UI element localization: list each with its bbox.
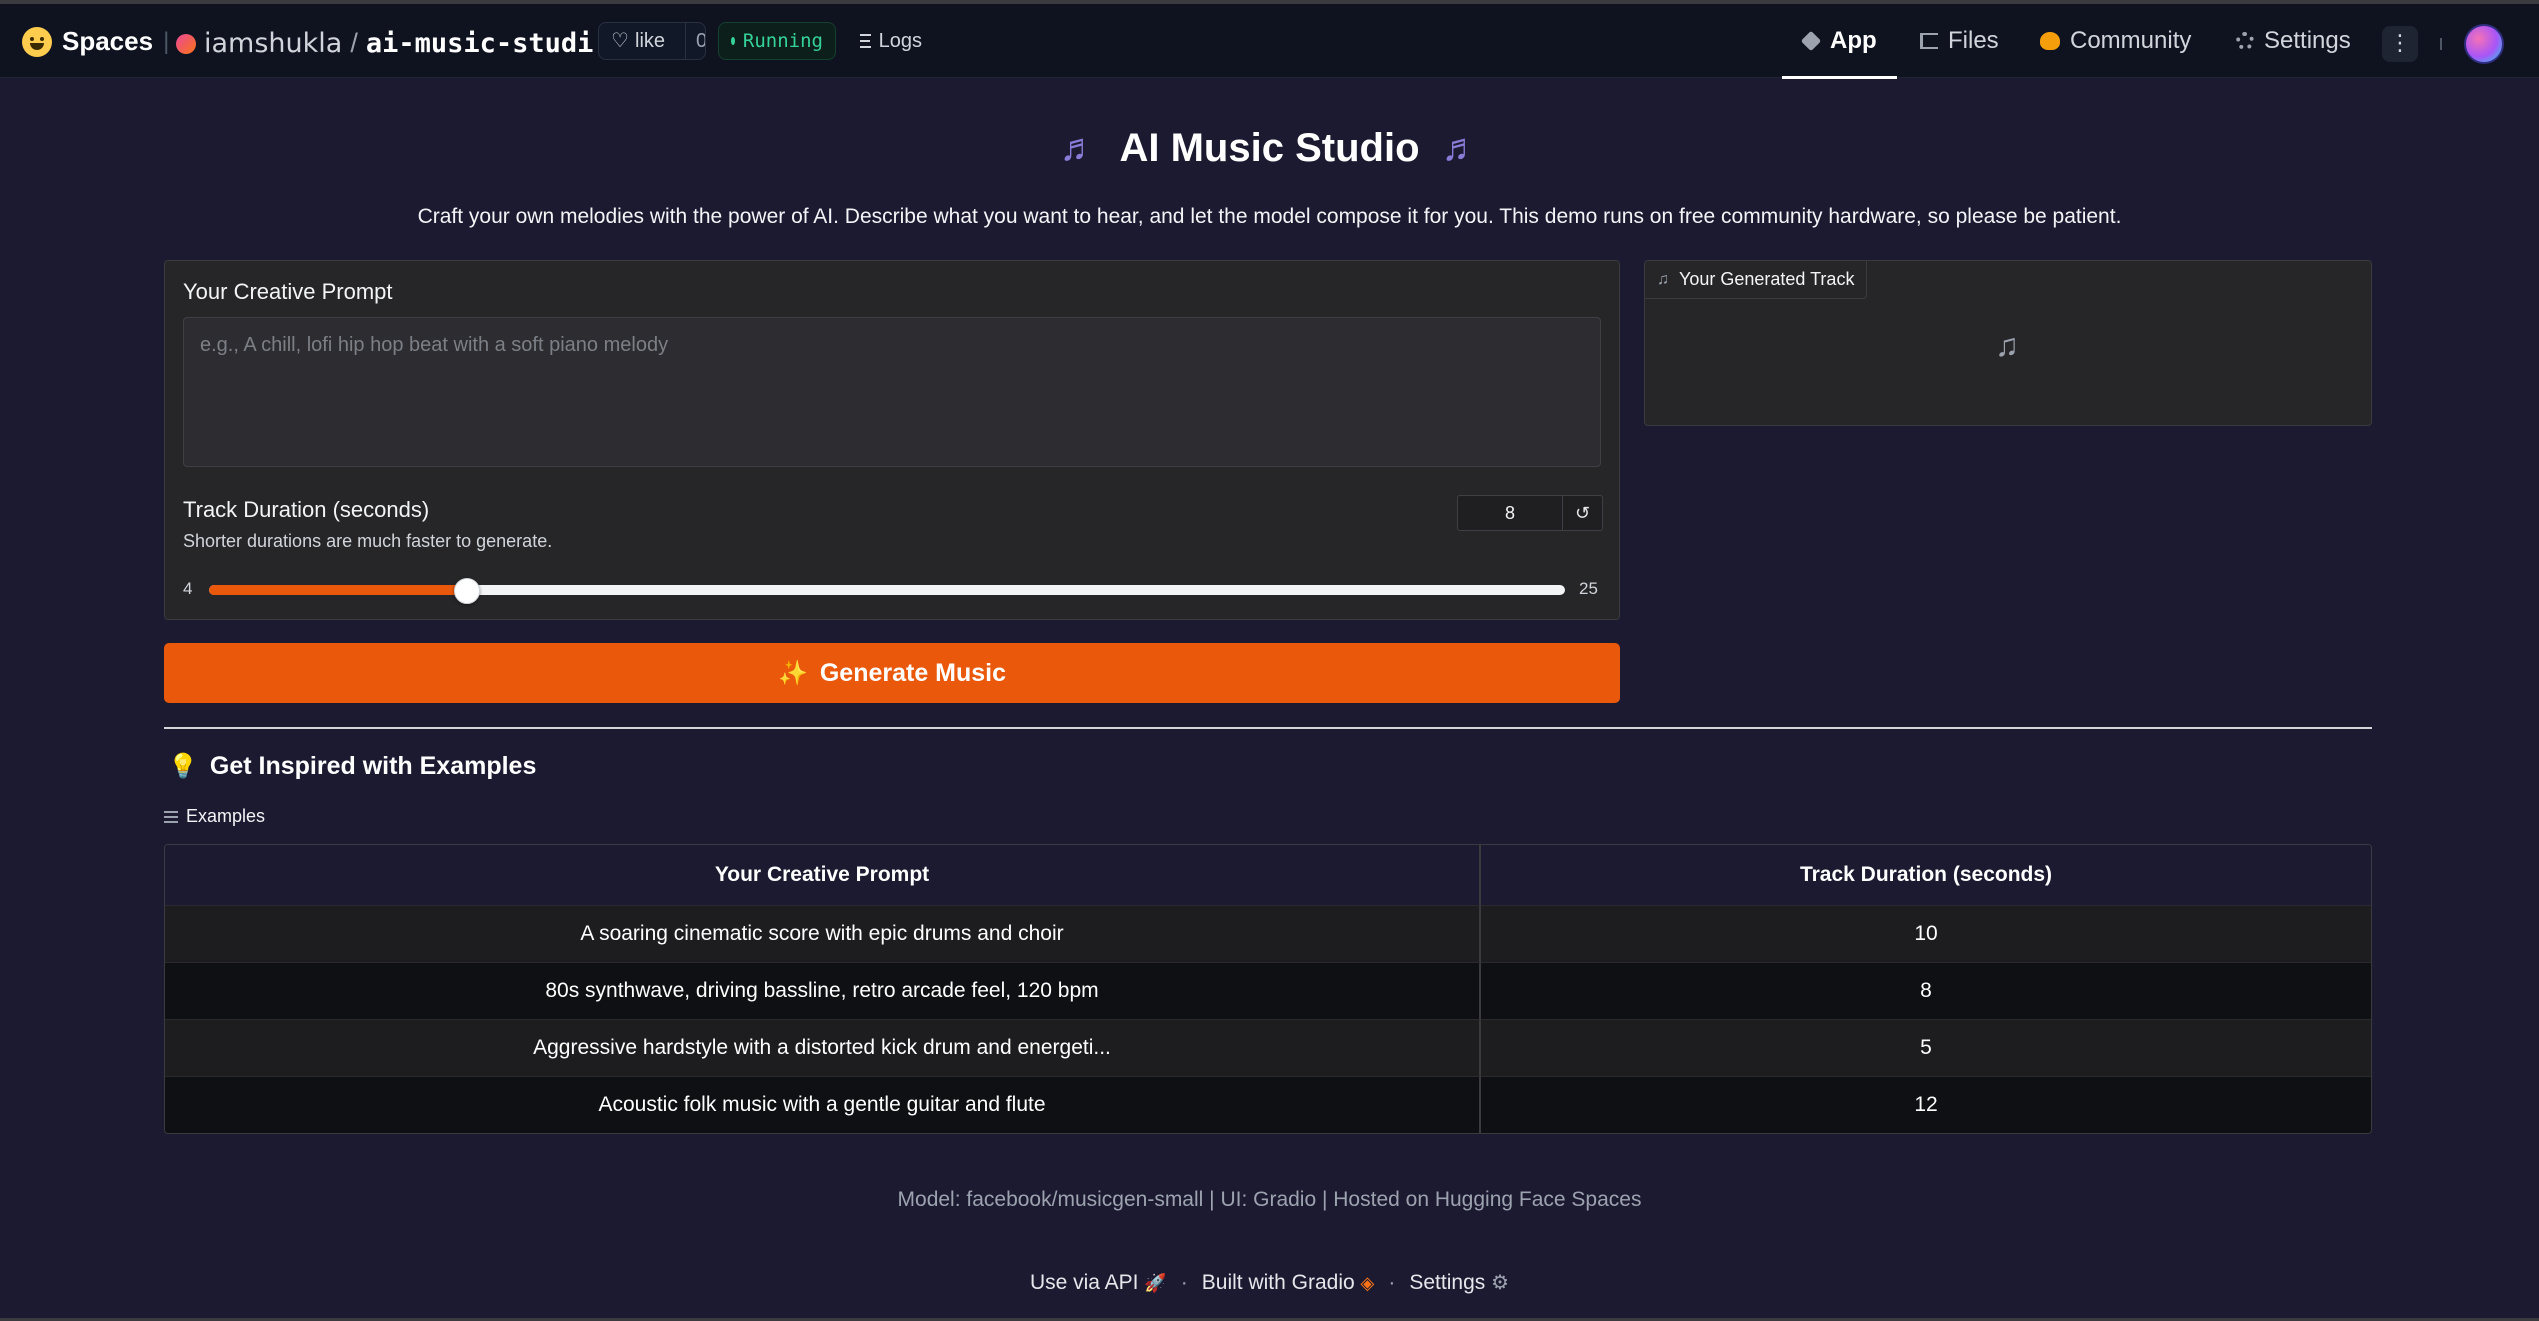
- examples-heading-text: Get Inspired with Examples: [209, 752, 537, 780]
- tab-settings[interactable]: Settings: [2216, 4, 2371, 78]
- column-header-prompt: Your Creative Prompt: [165, 845, 1481, 905]
- duration-info: Shorter durations are much faster to gen…: [183, 531, 553, 551]
- page-title: ♬ AI Music Studio ♬: [0, 126, 2539, 171]
- example-prompt-cell[interactable]: A soaring cinematic score with epic drum…: [165, 905, 1481, 962]
- generate-music-label: Generate Music: [819, 658, 1007, 687]
- gear-icon: [2236, 32, 2254, 50]
- example-prompt-cell[interactable]: Aggressive hardstyle with a distorted ki…: [165, 1019, 1481, 1076]
- lightbulb-icon: 💡: [168, 753, 198, 780]
- tab-settings-label: Settings: [2264, 27, 2351, 54]
- use-api-link[interactable]: Use via API 🚀: [1030, 1271, 1167, 1295]
- example-duration-cell[interactable]: 5: [1481, 1019, 2371, 1076]
- examples-header-row: Your Creative Prompt Track Duration (sec…: [165, 845, 2371, 905]
- logs-label: Logs: [878, 29, 922, 52]
- example-prompt-cell[interactable]: 80s synthwave, driving bassline, retro a…: [165, 962, 1481, 1019]
- duration-slider-fill: [209, 585, 467, 595]
- generate-music-button[interactable]: ✨ Generate Music: [164, 643, 1620, 703]
- slider-max-label: 25: [1579, 579, 1598, 598]
- owner-link[interactable]: iamshukla: [204, 28, 342, 59]
- owner-avatar: [176, 33, 196, 54]
- duration-slider-thumb[interactable]: [454, 578, 480, 604]
- slider-min-label: 4: [183, 579, 193, 598]
- spaces-brand[interactable]: Spaces |: [22, 26, 169, 57]
- sparkles-icon: ✨: [777, 659, 808, 687]
- examples-table: Your Creative Prompt Track Duration (sec…: [164, 844, 2372, 1134]
- logs-icon: [860, 34, 871, 48]
- examples-label-text: Examples: [186, 806, 266, 826]
- tab-files[interactable]: Files: [1900, 4, 2019, 78]
- footer-dot: ·: [1180, 1270, 1188, 1294]
- music-note-icon: ♫: [1657, 270, 1669, 288]
- table-row[interactable]: A soaring cinematic score with epic drum…: [165, 905, 2371, 962]
- repo-breadcrumb: iamshukla / ai-music-studi: [176, 28, 630, 59]
- tab-community[interactable]: Community: [2020, 4, 2211, 78]
- list-icon: [164, 810, 178, 823]
- page-title-text: AI Music Studio: [1119, 126, 1420, 170]
- audio-output-label-text: Your Generated Track: [1679, 269, 1855, 289]
- community-icon: [2040, 32, 2060, 50]
- footer-settings-link[interactable]: Settings ⚙: [1409, 1270, 1509, 1295]
- model-info-footer: Model: facebook/musicgen-small | UI: Gra…: [897, 1188, 1642, 1211]
- example-prompt-cell[interactable]: Acoustic folk music with a gentle guitar…: [165, 1076, 1481, 1133]
- table-row[interactable]: Aggressive hardstyle with a distorted ki…: [165, 1019, 2371, 1076]
- page-subtitle: Craft your own melodies with the power o…: [417, 205, 2122, 228]
- like-button[interactable]: ♡ like 0: [598, 22, 706, 60]
- duration-reset-button[interactable]: ↺: [1563, 495, 1603, 531]
- status-text: Running: [742, 30, 823, 52]
- audio-output-label: ♫ Your Generated Track: [1645, 261, 1868, 299]
- duration-number-input[interactable]: 8: [1457, 495, 1563, 531]
- repo-link[interactable]: ai-music-studi: [366, 28, 594, 59]
- rocket-icon: 🚀: [1144, 1272, 1167, 1293]
- table-row[interactable]: 80s synthwave, driving bassline, retro a…: [165, 962, 2371, 1019]
- example-duration-cell[interactable]: 12: [1481, 1076, 2371, 1133]
- files-icon: [1920, 33, 1938, 49]
- like-count: 0: [685, 23, 705, 59]
- use-api-label: Use via API: [1029, 1270, 1139, 1294]
- prompt-input[interactable]: [183, 317, 1601, 467]
- tab-app-label: App: [1830, 27, 1877, 54]
- status-dot: [731, 37, 735, 45]
- audio-output-panel: ♫ Your Generated Track ♫: [1644, 260, 2372, 426]
- built-with-gradio-link[interactable]: Built with Gradio ◈: [1202, 1271, 1375, 1295]
- built-with-label: Built with Gradio: [1201, 1270, 1355, 1294]
- cube-icon: [1800, 30, 1822, 52]
- examples-heading: 💡 Get Inspired with Examples: [168, 752, 536, 781]
- prompt-label: Your Creative Prompt: [183, 279, 393, 304]
- hf-header: Spaces | iamshukla / ai-music-studi ♡ li…: [0, 4, 2539, 79]
- gradio-logo-icon: ◈: [1360, 1272, 1375, 1293]
- duration-slider[interactable]: [209, 578, 1565, 604]
- hugging-face-icon: [22, 26, 52, 57]
- prompt-panel: Your Creative Prompt Track Duration (sec…: [164, 260, 1620, 620]
- examples-label: Examples: [164, 806, 265, 827]
- like-label: like: [635, 29, 666, 52]
- example-duration-cell[interactable]: 10: [1481, 905, 2371, 962]
- column-header-duration: Track Duration (seconds): [1481, 845, 2371, 905]
- user-avatar[interactable]: [2464, 24, 2504, 64]
- table-row[interactable]: Acoustic folk music with a gentle guitar…: [165, 1076, 2371, 1133]
- more-options-button[interactable]: ⋮: [2382, 26, 2418, 62]
- music-notes-icon: ♬: [1441, 127, 1480, 169]
- brand-label: Spaces: [62, 26, 154, 56]
- music-notes-icon: ♬: [1059, 127, 1098, 169]
- footer-settings-label: Settings: [1409, 1271, 1486, 1294]
- header-separator: |: [163, 27, 170, 55]
- gradio-footer: Use via API 🚀 · Built with Gradio ◈ · Se…: [0, 1270, 2539, 1295]
- section-divider: [164, 727, 2372, 729]
- tab-app[interactable]: App: [1782, 4, 1897, 79]
- example-duration-cell[interactable]: 8: [1481, 962, 2371, 1019]
- status-badge: Running: [718, 22, 836, 60]
- breadcrumb-slash: /: [350, 28, 358, 58]
- duration-label: Track Duration (seconds): [183, 497, 430, 522]
- tab-community-label: Community: [2070, 27, 2192, 54]
- heart-icon: ♡: [611, 30, 629, 52]
- footer-dot: ·: [1388, 1270, 1396, 1294]
- tab-files-label: Files: [1948, 27, 1999, 54]
- music-note-icon: ♫: [1995, 327, 2019, 363]
- gear-icon: ⚙: [1491, 1272, 1510, 1294]
- logs-button[interactable]: Logs: [848, 22, 934, 60]
- header-divider: [2440, 38, 2442, 50]
